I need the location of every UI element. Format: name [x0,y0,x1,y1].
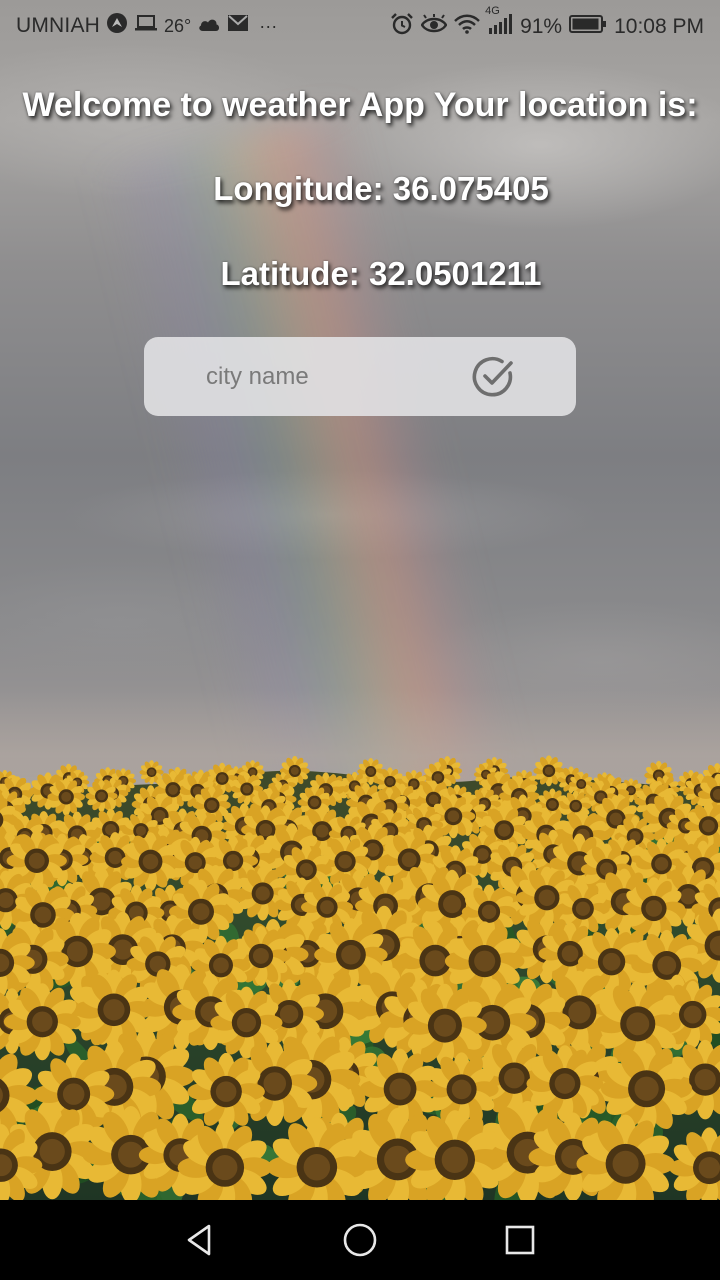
longitude-text: Longitude: 36.075405 [213,170,549,207]
status-bar: UMNIAH 26° ··· 4G 91% 10:08 PM [0,0,720,50]
submit-city-button[interactable] [470,353,518,401]
alarm-icon [390,12,414,42]
nav-recents-button[interactable] [500,1220,540,1260]
status-right: 4G 91% 10:08 PM [390,5,704,42]
city-name-input[interactable] [204,351,508,403]
nav-home-button[interactable] [340,1220,380,1260]
welcome-heading: Welcome to weather App Your location is: [22,86,698,124]
clock-time: 10:08 PM [614,15,704,38]
carrier-label: UMNIAH [16,14,101,37]
app-screen: UMNIAH 26° ··· 4G 91% 10:08 PM Welcome t… [0,0,720,1280]
home-circle-icon [343,1223,377,1257]
signal-icon: 4G [485,5,513,41]
temperature-label: 26° [164,15,192,36]
status-left: UMNIAH 26° ··· [16,12,277,40]
nav-back-button[interactable] [180,1220,220,1260]
back-triangle-icon [187,1224,211,1256]
network-type-label: 4G [485,5,500,17]
city-search-box [144,337,576,416]
eye-comfort-icon [420,14,448,40]
navigation-app-icon [106,12,128,40]
latitude-text: Latitude: 32.0501211 [220,255,542,292]
wifi-icon [454,14,480,40]
mail-icon [227,14,249,38]
recents-square-icon [505,1225,535,1255]
battery-percent: 91% [520,15,563,38]
battery-icon [569,14,607,40]
check-circle-icon [472,356,513,397]
navigation-bar [0,1200,720,1280]
laptop-icon [134,13,158,39]
cloud-icon [197,14,221,38]
overflow-notifications: ··· [259,15,278,36]
